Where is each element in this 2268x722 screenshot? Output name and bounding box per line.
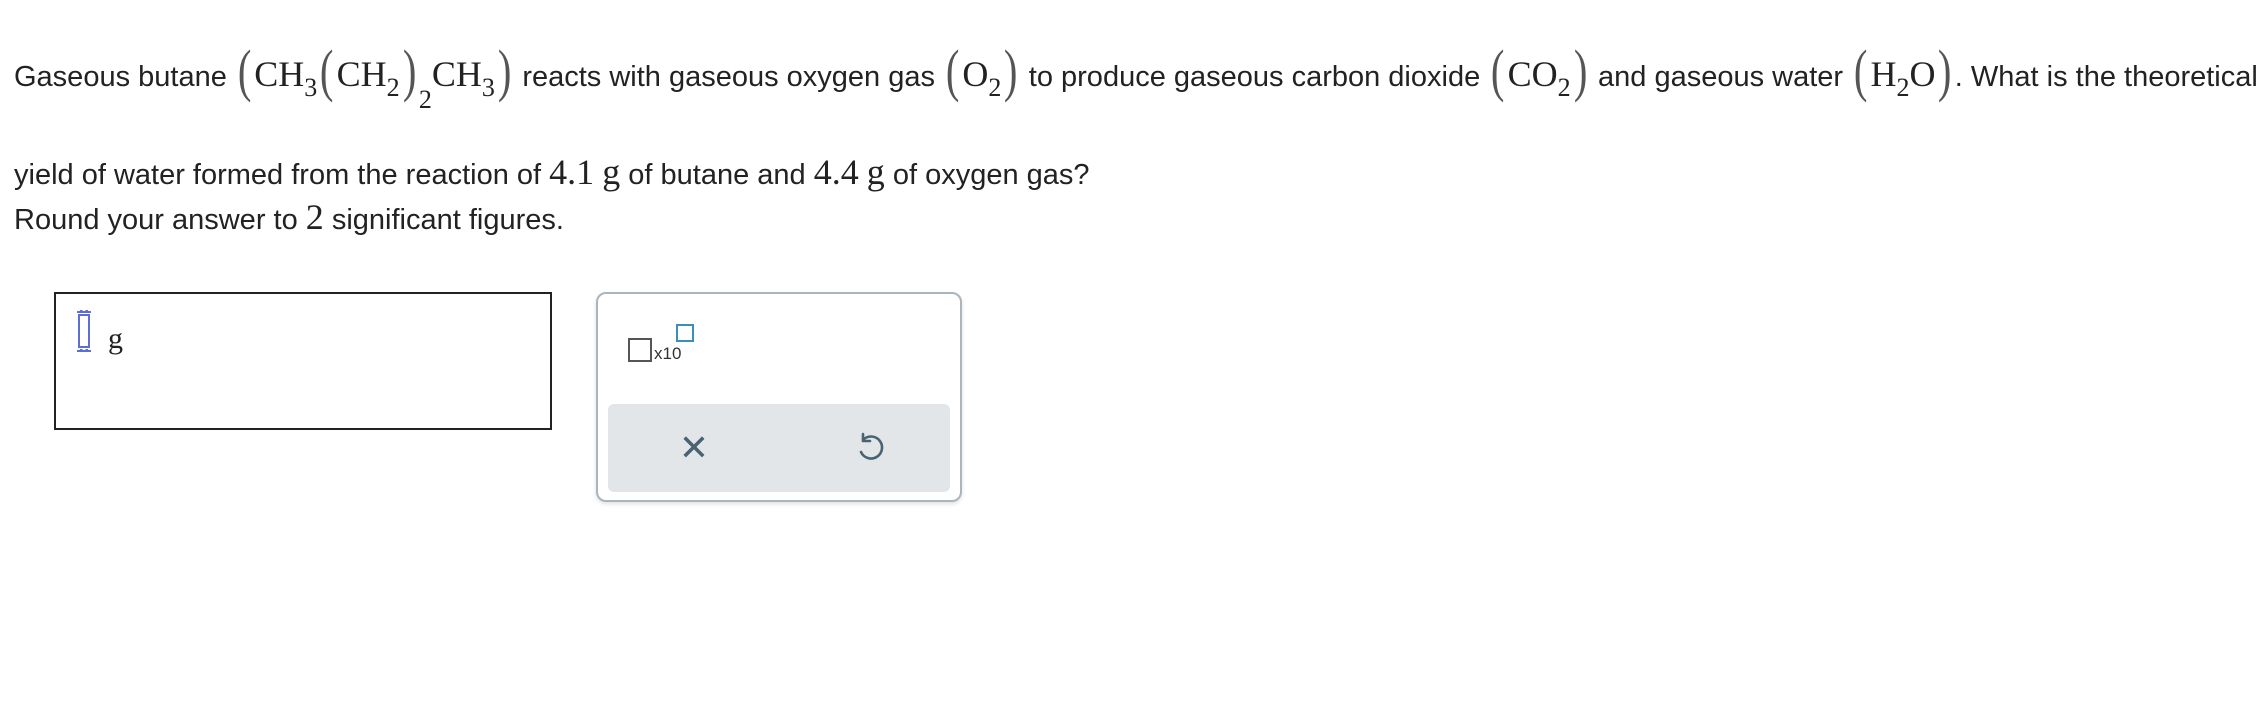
answer-input-box[interactable]: g xyxy=(54,292,552,430)
base-box-icon xyxy=(628,338,652,362)
clear-button[interactable]: ✕ xyxy=(672,426,716,470)
close-icon: ✕ xyxy=(678,427,710,469)
oxygen-mass: 4.4 xyxy=(813,152,859,192)
answer-input-field[interactable] xyxy=(77,310,91,352)
close-paren: ) xyxy=(497,38,512,103)
water-formula: H2O xyxy=(1870,54,1936,102)
unit-g: g xyxy=(866,152,885,192)
unit-g: g xyxy=(602,152,621,192)
rounding-instruction: Round your answer to 2 significant figur… xyxy=(14,197,564,237)
scientific-notation-button[interactable]: x10 xyxy=(628,324,708,366)
undo-button[interactable] xyxy=(848,426,892,470)
x10-label: x10 xyxy=(654,344,682,363)
answer-unit: g xyxy=(108,322,123,355)
co2-formula: CO2 xyxy=(1507,54,1571,102)
oxygen-formula: O2 xyxy=(962,54,1002,102)
action-bar: ✕ xyxy=(608,404,950,492)
butane-mass: 4.1 xyxy=(549,152,595,192)
undo-icon xyxy=(859,432,884,460)
open-paren: ( xyxy=(237,38,252,103)
question-text: Gaseous butane (CH3(CH2) 2CH3) reacts wit… xyxy=(14,38,2258,193)
exponent-box-icon xyxy=(676,324,694,342)
butane-formula: CH3(CH2) 2CH3 xyxy=(254,38,495,115)
math-tool-panel: x10 ✕ xyxy=(596,292,962,502)
sig-figs-count: 2 xyxy=(305,197,324,237)
